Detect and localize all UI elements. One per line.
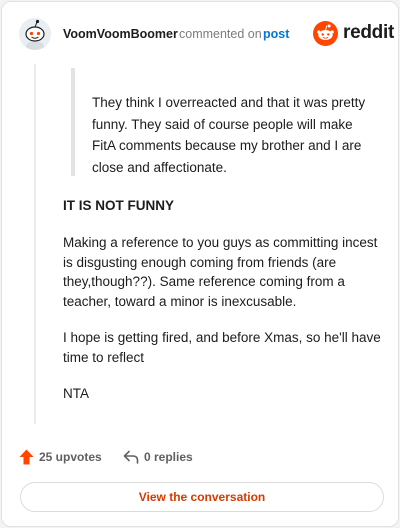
reply-count: 0 replies xyxy=(144,450,193,464)
reply-button[interactable]: 0 replies xyxy=(123,448,193,466)
comment-action-text: commented on xyxy=(179,27,262,41)
comment-paragraph: Making a reference to you guys as commit… xyxy=(63,235,378,309)
avatar[interactable] xyxy=(19,18,51,50)
view-conversation-button[interactable]: View the conversation xyxy=(20,482,384,512)
comment-paragraph: I hope is getting fired, and before Xmas… xyxy=(63,330,381,365)
comment-author[interactable]: VoomVoomBoomer xyxy=(63,27,178,41)
comment-paragraph: NTA xyxy=(63,386,89,401)
post-link[interactable]: post xyxy=(263,27,289,41)
upvote-button[interactable]: 25 upvotes xyxy=(19,448,102,466)
reddit-logo-icon xyxy=(313,21,338,46)
reddit-logo-text: reddit xyxy=(343,22,394,43)
quoted-text: They think I overreacted and that it was… xyxy=(92,95,366,175)
comment-header: VoomVoomBoomer commented on post reddit xyxy=(2,2,398,64)
upvote-arrow-icon xyxy=(19,449,34,465)
comment-card: VoomVoomBoomer commented on post reddit … xyxy=(1,1,399,527)
upvote-count: 25 upvotes xyxy=(39,450,102,464)
comment-heading: IT IS NOT FUNNY xyxy=(63,198,174,213)
reply-arrow-icon xyxy=(123,450,139,464)
snoo-avatar-icon xyxy=(19,18,51,50)
thread-line xyxy=(34,64,36,424)
